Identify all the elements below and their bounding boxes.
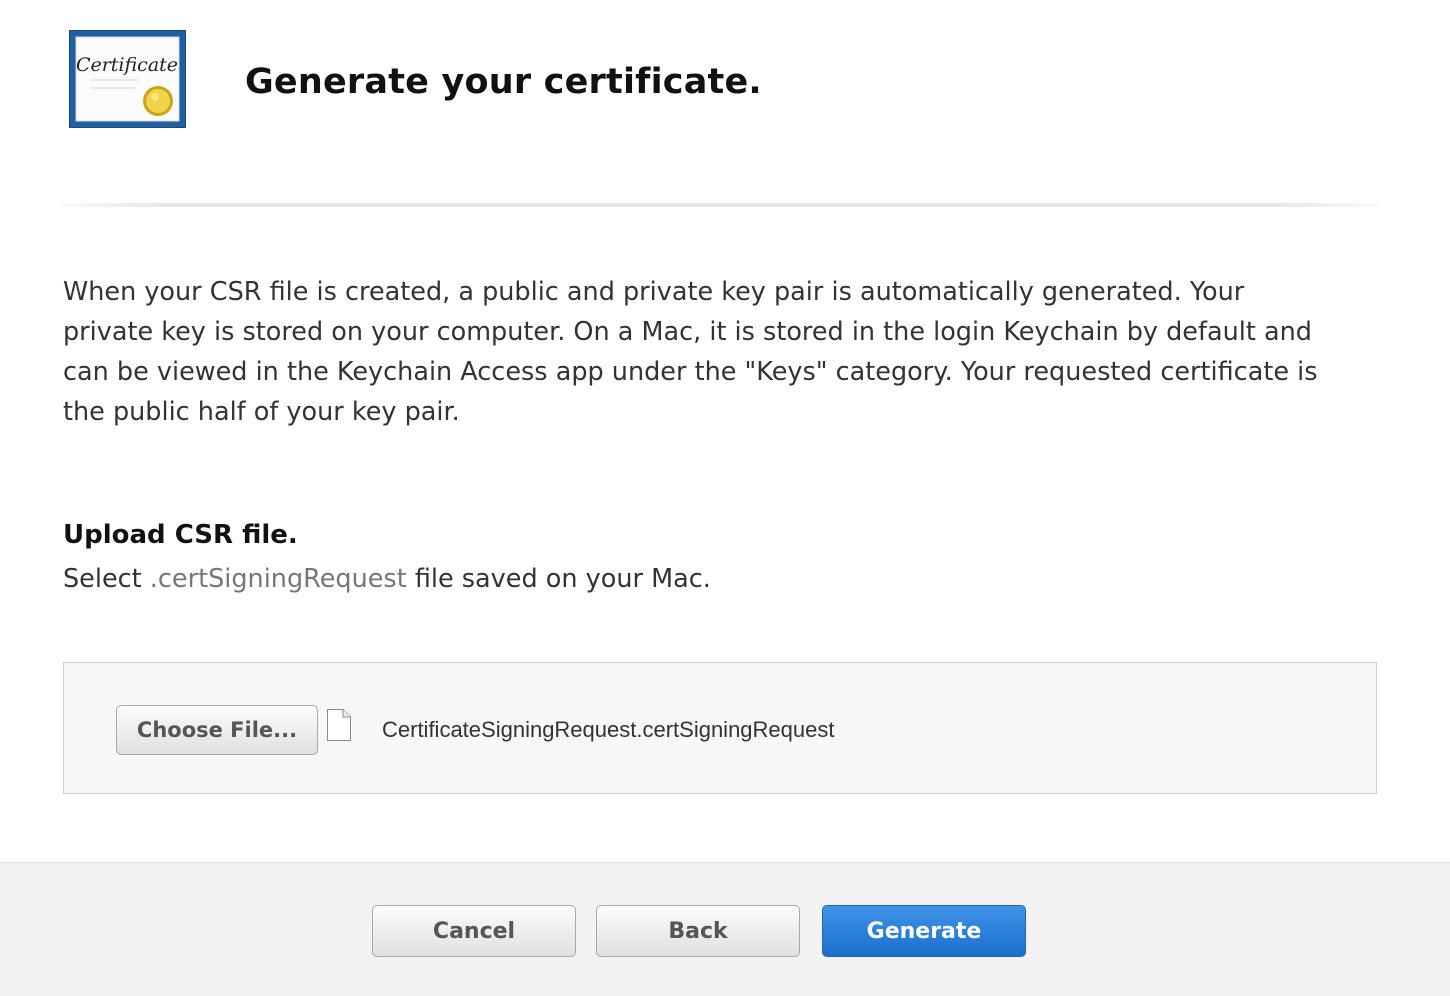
document-icon: [327, 709, 351, 741]
upload-heading: Upload CSR file.: [63, 520, 298, 550]
footer-bar: Cancel Back Generate: [0, 862, 1450, 996]
upload-instruction: Select .certSigningRequest file saved on…: [63, 564, 711, 594]
description-text: When your CSR file is created, a public …: [63, 277, 1318, 427]
cancel-button[interactable]: Cancel: [372, 905, 576, 957]
selected-file-name: CertificateSigningRequest.certSigningReq…: [382, 717, 835, 742]
choose-file-button[interactable]: Choose File...: [116, 705, 318, 755]
seal-icon: [143, 86, 173, 116]
header-divider: [62, 203, 1378, 207]
back-button[interactable]: Back: [596, 905, 800, 957]
instruction-suffix: file saved on your Mac.: [414, 564, 711, 594]
generate-button[interactable]: Generate: [822, 905, 1026, 957]
instruction-extension: .certSigningRequest: [149, 564, 407, 594]
instruction-prefix: Select: [63, 564, 142, 594]
upload-box: Choose File... CertificateSigningRequest…: [63, 662, 1377, 794]
certificate-icon: Certificate: [69, 30, 186, 128]
page: Certificate Generate your certificate. W…: [0, 0, 1450, 996]
page-title: Generate your certificate.: [245, 62, 762, 102]
certificate-icon-text: Certificate: [76, 54, 178, 76]
